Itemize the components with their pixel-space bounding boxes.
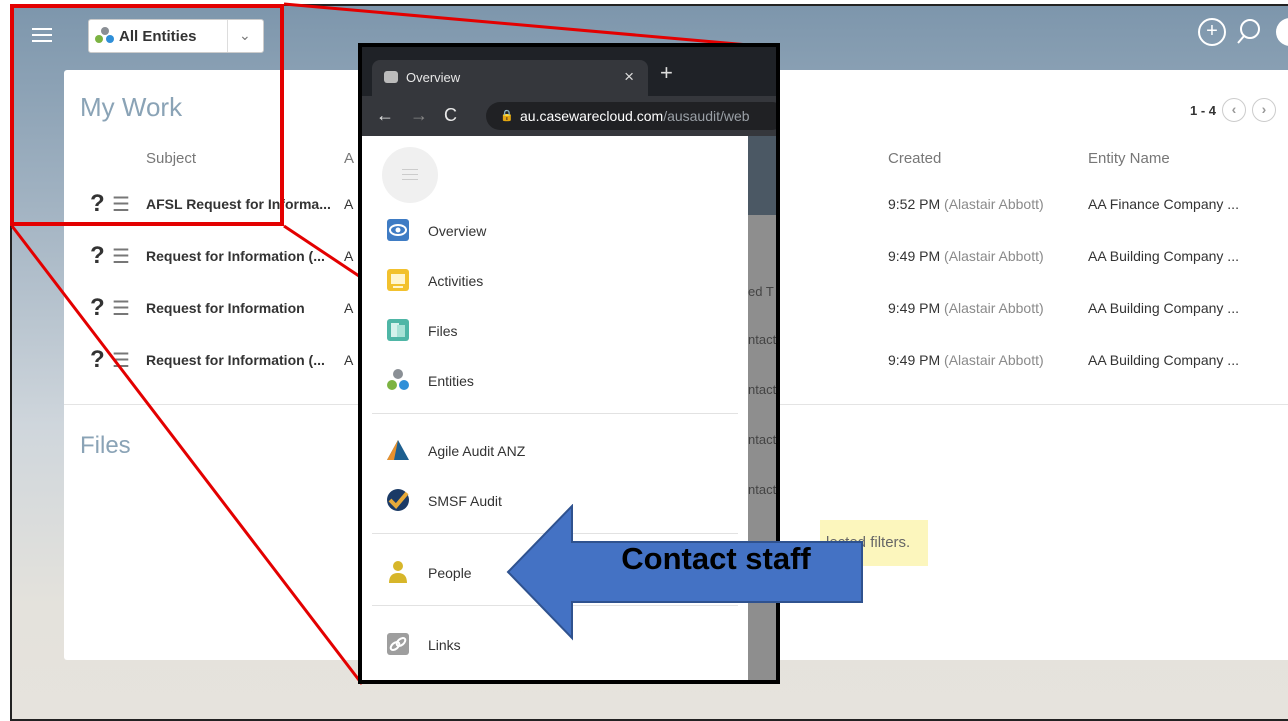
pager: 1 - 4 ‹ ›: [1190, 98, 1277, 122]
background-text: ntact: [748, 482, 777, 497]
pager-range: 1 - 4: [1190, 102, 1217, 118]
row-created: 9:52 PM (Alastair Abbott): [888, 196, 1044, 212]
row-subject: Request for Information: [146, 300, 305, 316]
smsf-audit-icon: [387, 489, 409, 511]
row-a: A: [344, 352, 354, 368]
row-created-by: (Alastair Abbott): [944, 352, 1044, 368]
overview-icon: [387, 219, 409, 241]
prev-page-button[interactable]: ‹: [1222, 98, 1247, 122]
background-text: ntact: [748, 432, 777, 447]
links-icon: [387, 633, 409, 655]
browser-tab[interactable]: Overview ×: [372, 60, 648, 96]
nav-item-entities[interactable]: Entities: [386, 361, 726, 401]
hamburger-menu-icon[interactable]: [32, 28, 52, 42]
nav-item-label: Agile Audit ANZ: [428, 443, 526, 459]
nav-item-files[interactable]: Files: [386, 311, 726, 351]
top-icons: +: [1198, 18, 1288, 46]
browser-tab-bar: Overview × +: [362, 47, 776, 96]
browser-toolbar: ← → C 🔒 au.casewarecloud.com/ausaudit/we…: [362, 96, 776, 136]
nav-item-label: Links: [428, 637, 461, 653]
request-icon: ?: [90, 242, 105, 269]
agile-audit-icon: [387, 440, 409, 460]
search-icon[interactable]: [1236, 18, 1262, 46]
row-subject: Request for Information (...: [146, 352, 325, 368]
forward-icon[interactable]: →: [410, 105, 428, 126]
column-header-subject[interactable]: Subject: [146, 150, 196, 167]
row-a: A: [344, 300, 354, 316]
list-icon: ☰: [112, 298, 130, 320]
nav-item-label: Activities: [428, 273, 484, 289]
cloud-icon: [384, 71, 398, 83]
page-header-strip: [748, 136, 776, 215]
address-bar[interactable]: 🔒 au.casewarecloud.com/ausaudit/web: [486, 102, 776, 130]
background-text: ntact: [748, 382, 777, 397]
row-created-time: 9:52 PM: [888, 196, 941, 212]
nav-item-label: Files: [428, 323, 458, 339]
nav-item-label: SMSF Audit: [428, 493, 502, 509]
files-icon: [387, 319, 409, 341]
entities-icon: [95, 27, 115, 45]
nav-item-agile-audit-anz[interactable]: Agile Audit ANZ: [386, 431, 726, 471]
nav-item-activities[interactable]: Activities: [386, 261, 726, 301]
add-icon[interactable]: +: [1198, 18, 1226, 46]
row-created: 9:49 PM (Alastair Abbott): [888, 352, 1044, 368]
background-text: ed T: [748, 284, 774, 299]
row-entity: AA Finance Company ...: [1088, 196, 1239, 212]
row-subject: Request for Information (...: [146, 248, 325, 264]
list-icon: ☰: [112, 350, 130, 372]
column-header-created[interactable]: Created: [888, 150, 941, 167]
nav-item-label: Overview: [428, 223, 487, 239]
row-a: A: [344, 196, 354, 212]
row-created-by: (Alastair Abbott): [944, 248, 1044, 264]
entities-icon: [387, 369, 409, 390]
row-entity: AA Building Company ...: [1088, 352, 1239, 368]
nav-item-overview[interactable]: Overview: [386, 211, 726, 251]
activities-icon: [387, 269, 409, 291]
lock-icon: 🔒: [500, 110, 514, 122]
request-icon: ?: [90, 346, 105, 373]
callout-text: Contact staff: [621, 541, 811, 576]
reload-icon[interactable]: C: [444, 105, 457, 126]
column-header-entity-name[interactable]: Entity Name: [1088, 150, 1170, 167]
column-header-a[interactable]: A: [344, 150, 354, 167]
list-icon: ☰: [112, 194, 130, 216]
row-created-by: (Alastair Abbott): [944, 300, 1044, 316]
url-path: /ausaudit/web: [663, 108, 750, 124]
request-icon: ?: [90, 190, 105, 217]
nav-item-label: People: [428, 565, 472, 581]
entity-selector[interactable]: All Entities ⌄: [88, 19, 264, 53]
row-created: 9:49 PM (Alastair Abbott): [888, 248, 1044, 264]
row-entity: AA Building Company ...: [1088, 300, 1239, 316]
entity-selector-divider: [227, 20, 228, 52]
request-icon: ?: [90, 294, 105, 321]
menu-toggle-button[interactable]: [382, 147, 438, 203]
tab-title: Overview: [406, 70, 461, 85]
close-tab-icon[interactable]: ×: [624, 67, 634, 87]
row-created: 9:49 PM (Alastair Abbott): [888, 300, 1044, 316]
avatar[interactable]: [1272, 18, 1288, 46]
row-subject: AFSL Request for Informa...: [146, 196, 331, 212]
people-icon: [389, 561, 407, 583]
files-title: Files: [80, 432, 131, 459]
new-tab-icon[interactable]: +: [660, 60, 673, 86]
entity-selector-label: All Entities: [119, 27, 197, 45]
row-created-time: 9:49 PM: [888, 248, 941, 264]
row-created-by: (Alastair Abbott): [944, 196, 1044, 212]
back-icon[interactable]: ←: [376, 105, 394, 126]
next-page-button[interactable]: ›: [1252, 98, 1277, 122]
row-entity: AA Building Company ...: [1088, 248, 1239, 264]
row-created-time: 9:49 PM: [888, 352, 941, 368]
chevron-down-icon[interactable]: ⌄: [239, 27, 251, 44]
list-icon: ☰: [112, 246, 130, 268]
nav-divider: [372, 413, 738, 414]
url-host: au.casewarecloud.com: [520, 108, 664, 124]
background-text: ntact: [748, 332, 777, 347]
row-created-time: 9:49 PM: [888, 300, 941, 316]
row-a: A: [344, 248, 354, 264]
nav-item-label: Entities: [428, 373, 474, 389]
mywork-title: My Work: [80, 92, 183, 122]
